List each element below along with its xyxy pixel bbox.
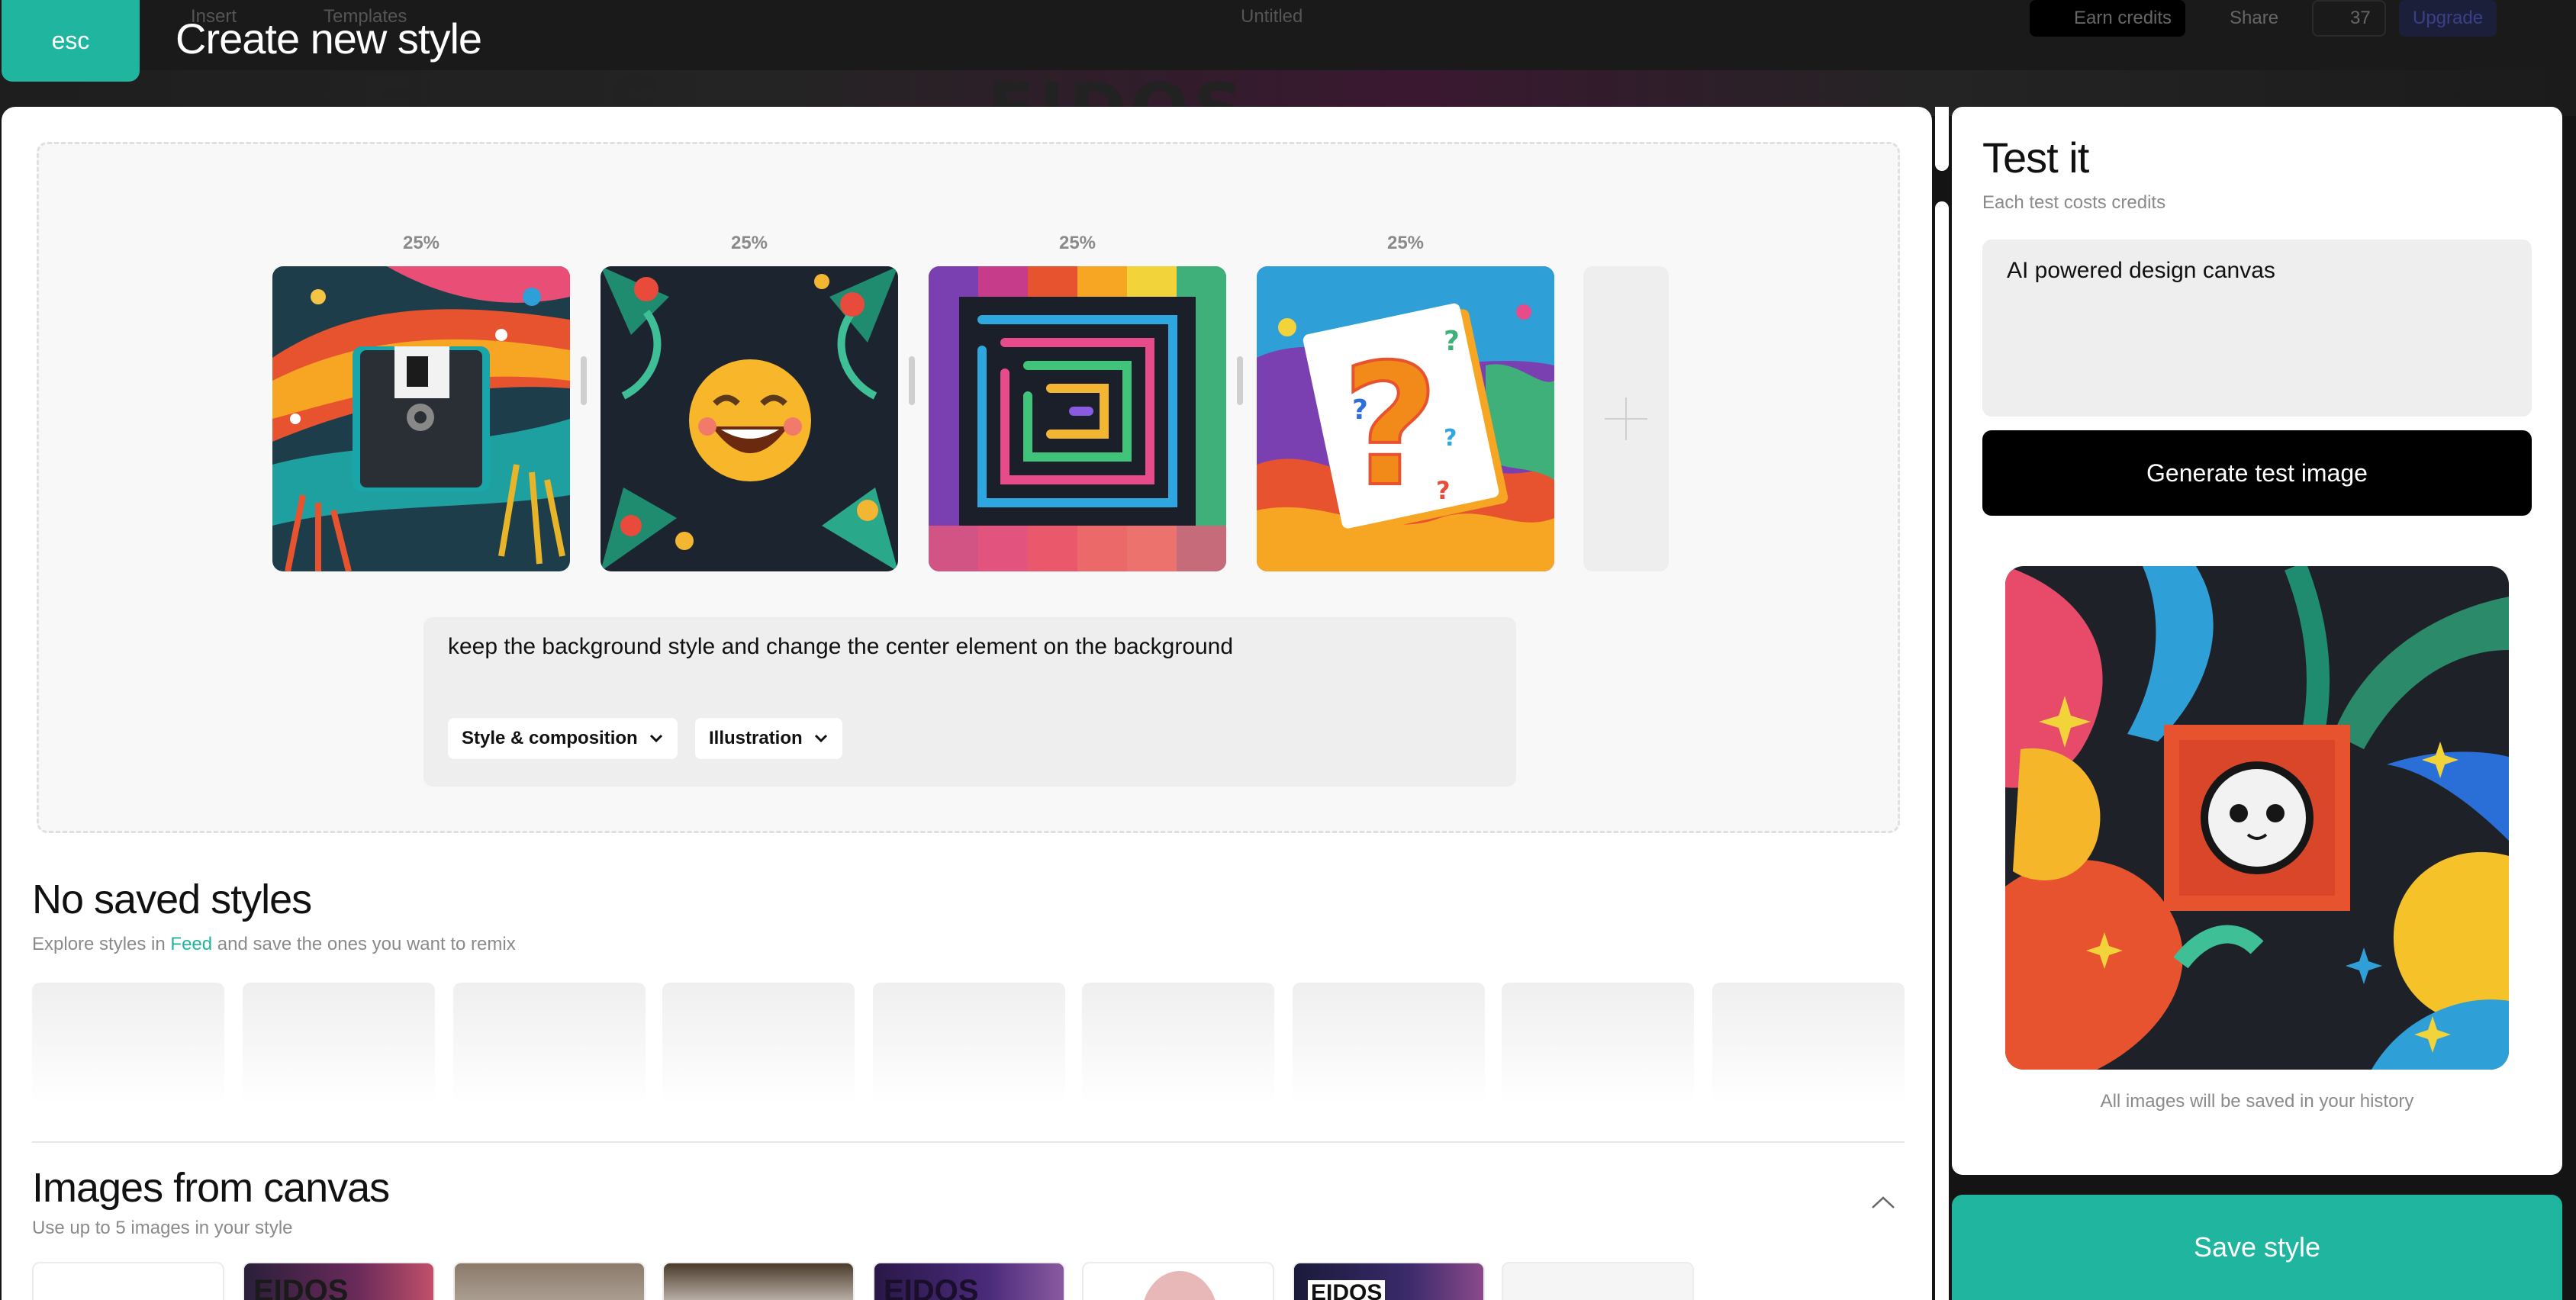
bg-share-label: Share [2230,8,2279,28]
svg-text:?: ? [1444,425,1457,452]
saved-styles-subtitle-text: Explore styles in [32,934,166,954]
bg-share-button: Share [2216,0,2292,37]
weight-slider-handle[interactable] [581,356,587,405]
canvas-images-subtitle: Use up to 5 images in your style [32,1218,293,1238]
test-panel: Test it Each test costs credits AI power… [1952,107,2562,1175]
canvas-image-thumbnail[interactable] [1502,1262,1694,1300]
modal-title: Create new style [175,14,482,63]
style-image-slot[interactable]: 25% [929,231,1226,571]
saved-style-placeholder [243,983,435,1105]
weight-slider-handle[interactable] [1237,356,1243,405]
test-panel-title: Test it [1982,134,2089,182]
weight-label: 25% [402,233,440,253]
svg-text:?: ? [1436,476,1451,505]
canvas-image-thumbnail[interactable]: EIDOS [243,1262,435,1300]
saved-style-placeholder [1082,983,1274,1105]
style-mode-dropdown[interactable]: Style & composition [448,718,678,759]
canvas-image-thumbnail[interactable] [32,1262,224,1300]
esc-label: esc [51,27,90,54]
style-type-dropdown[interactable]: Illustration [695,718,842,759]
canvas-images-heading: Images from canvas [32,1165,390,1211]
save-style-button[interactable]: Save style [1952,1195,2562,1300]
saved-style-placeholder [32,983,224,1105]
canvas-image-thumbnail[interactable] [662,1262,855,1300]
feed-link[interactable]: Feed [170,934,212,954]
saved-styles-heading: No saved styles [32,877,312,922]
saved-style-placeholder [1502,983,1694,1105]
test-prompt-input[interactable]: AI powered design canvas [1982,240,2532,417]
scrollbar-track[interactable] [1935,201,1949,1300]
bg-doc-title: Untitled [1241,6,1303,27]
collapse-section-button[interactable] [1868,1187,1898,1218]
style-image-dropzone[interactable]: 25% 25% 25% 25% ? ? ? ? ? keep the backg… [37,142,1900,833]
saved-style-placeholder [662,983,855,1105]
canvas-image-thumbnail[interactable] [453,1262,646,1300]
canvas-image-thumbnail[interactable]: EIDOS [1293,1262,1485,1300]
generate-test-image-label: Generate test image [2146,459,2368,487]
style-image-slot[interactable]: 25% [601,231,898,571]
saved-styles-subtitle: Explore styles in Feed and save the ones… [32,934,516,955]
history-note: All images will be saved in your history [2100,1091,2414,1112]
weight-slider-handle[interactable] [909,356,915,405]
saved-style-placeholder [453,983,646,1105]
canvas-image-label: EIDOS [1308,1280,1386,1300]
weight-label: 25% [1386,233,1425,253]
maze-illustration [929,266,1226,571]
canvas-image-label: EIDOS [253,1274,349,1300]
chevron-down-icon [649,734,662,743]
style-prompt-text[interactable]: keep the background style and change the… [448,634,1233,660]
add-style-image-button[interactable] [1583,266,1669,571]
bg-credits-label: 37 [2350,8,2371,28]
bg-upgrade-label: Upgrade [2413,8,2484,28]
svg-text:?: ? [1341,328,1439,523]
canvas-image-thumbnail[interactable] [1082,1262,1274,1300]
question-mark-illustration: ? ? ? ? ? [1257,266,1554,571]
style-editor-panel: 25% 25% 25% 25% ? ? ? ? ? keep the backg… [2,107,1932,1300]
style-mode-label: Style & composition [462,728,638,748]
generate-test-image-button[interactable]: Generate test image [1982,430,2532,516]
svg-text:?: ? [1352,394,1368,426]
chevron-up-icon [1872,1196,1895,1208]
section-divider [32,1141,1905,1143]
canvas-image-label: EIDOS [884,1274,979,1300]
floppy-disk-illustration [272,266,570,571]
test-panel-subtitle: Each test costs credits [1982,192,2166,213]
saved-style-placeholder [1293,983,1485,1105]
generated-test-image[interactable] [2005,566,2509,1070]
save-style-label: Save style [2193,1231,2321,1263]
weight-label: 25% [1058,233,1096,253]
style-type-label: Illustration [709,728,803,748]
statue-image [1144,1271,1216,1300]
style-image-slot[interactable]: 25% [272,231,570,571]
bg-earn-credits-label: Earn credits [2074,8,2172,28]
weight-label: 25% [730,233,768,253]
bg-credits-counter: 37 [2312,0,2386,37]
scrollbar-thumb[interactable] [1935,107,1949,171]
saved-styles-subtitle-text: and save the ones you want to remix [217,934,516,954]
style-prompt-field[interactable]: keep the background style and change the… [423,617,1516,787]
style-image-thumbnail[interactable] [272,266,570,571]
style-image-thumbnail[interactable] [929,266,1226,571]
generated-illustration [2005,566,2509,1070]
plus-icon [1605,397,1647,440]
saved-style-placeholder [1712,983,1905,1105]
smiling-emoji-illustration [601,266,898,571]
svg-text:?: ? [1444,326,1460,357]
bg-earn-credits-button: Earn credits [2030,0,2186,37]
bg-upgrade-button: Upgrade [2399,0,2497,37]
style-image-slot[interactable]: 25% ? ? ? ? ? [1257,231,1554,571]
canvas-image-thumbnail[interactable]: EIDOS [873,1262,1065,1300]
esc-button[interactable]: esc [2,0,140,82]
style-image-thumbnail[interactable]: ? ? ? ? ? [1257,266,1554,571]
saved-style-placeholder [873,983,1065,1105]
chevron-down-icon [814,734,827,743]
style-image-thumbnail[interactable] [601,266,898,571]
